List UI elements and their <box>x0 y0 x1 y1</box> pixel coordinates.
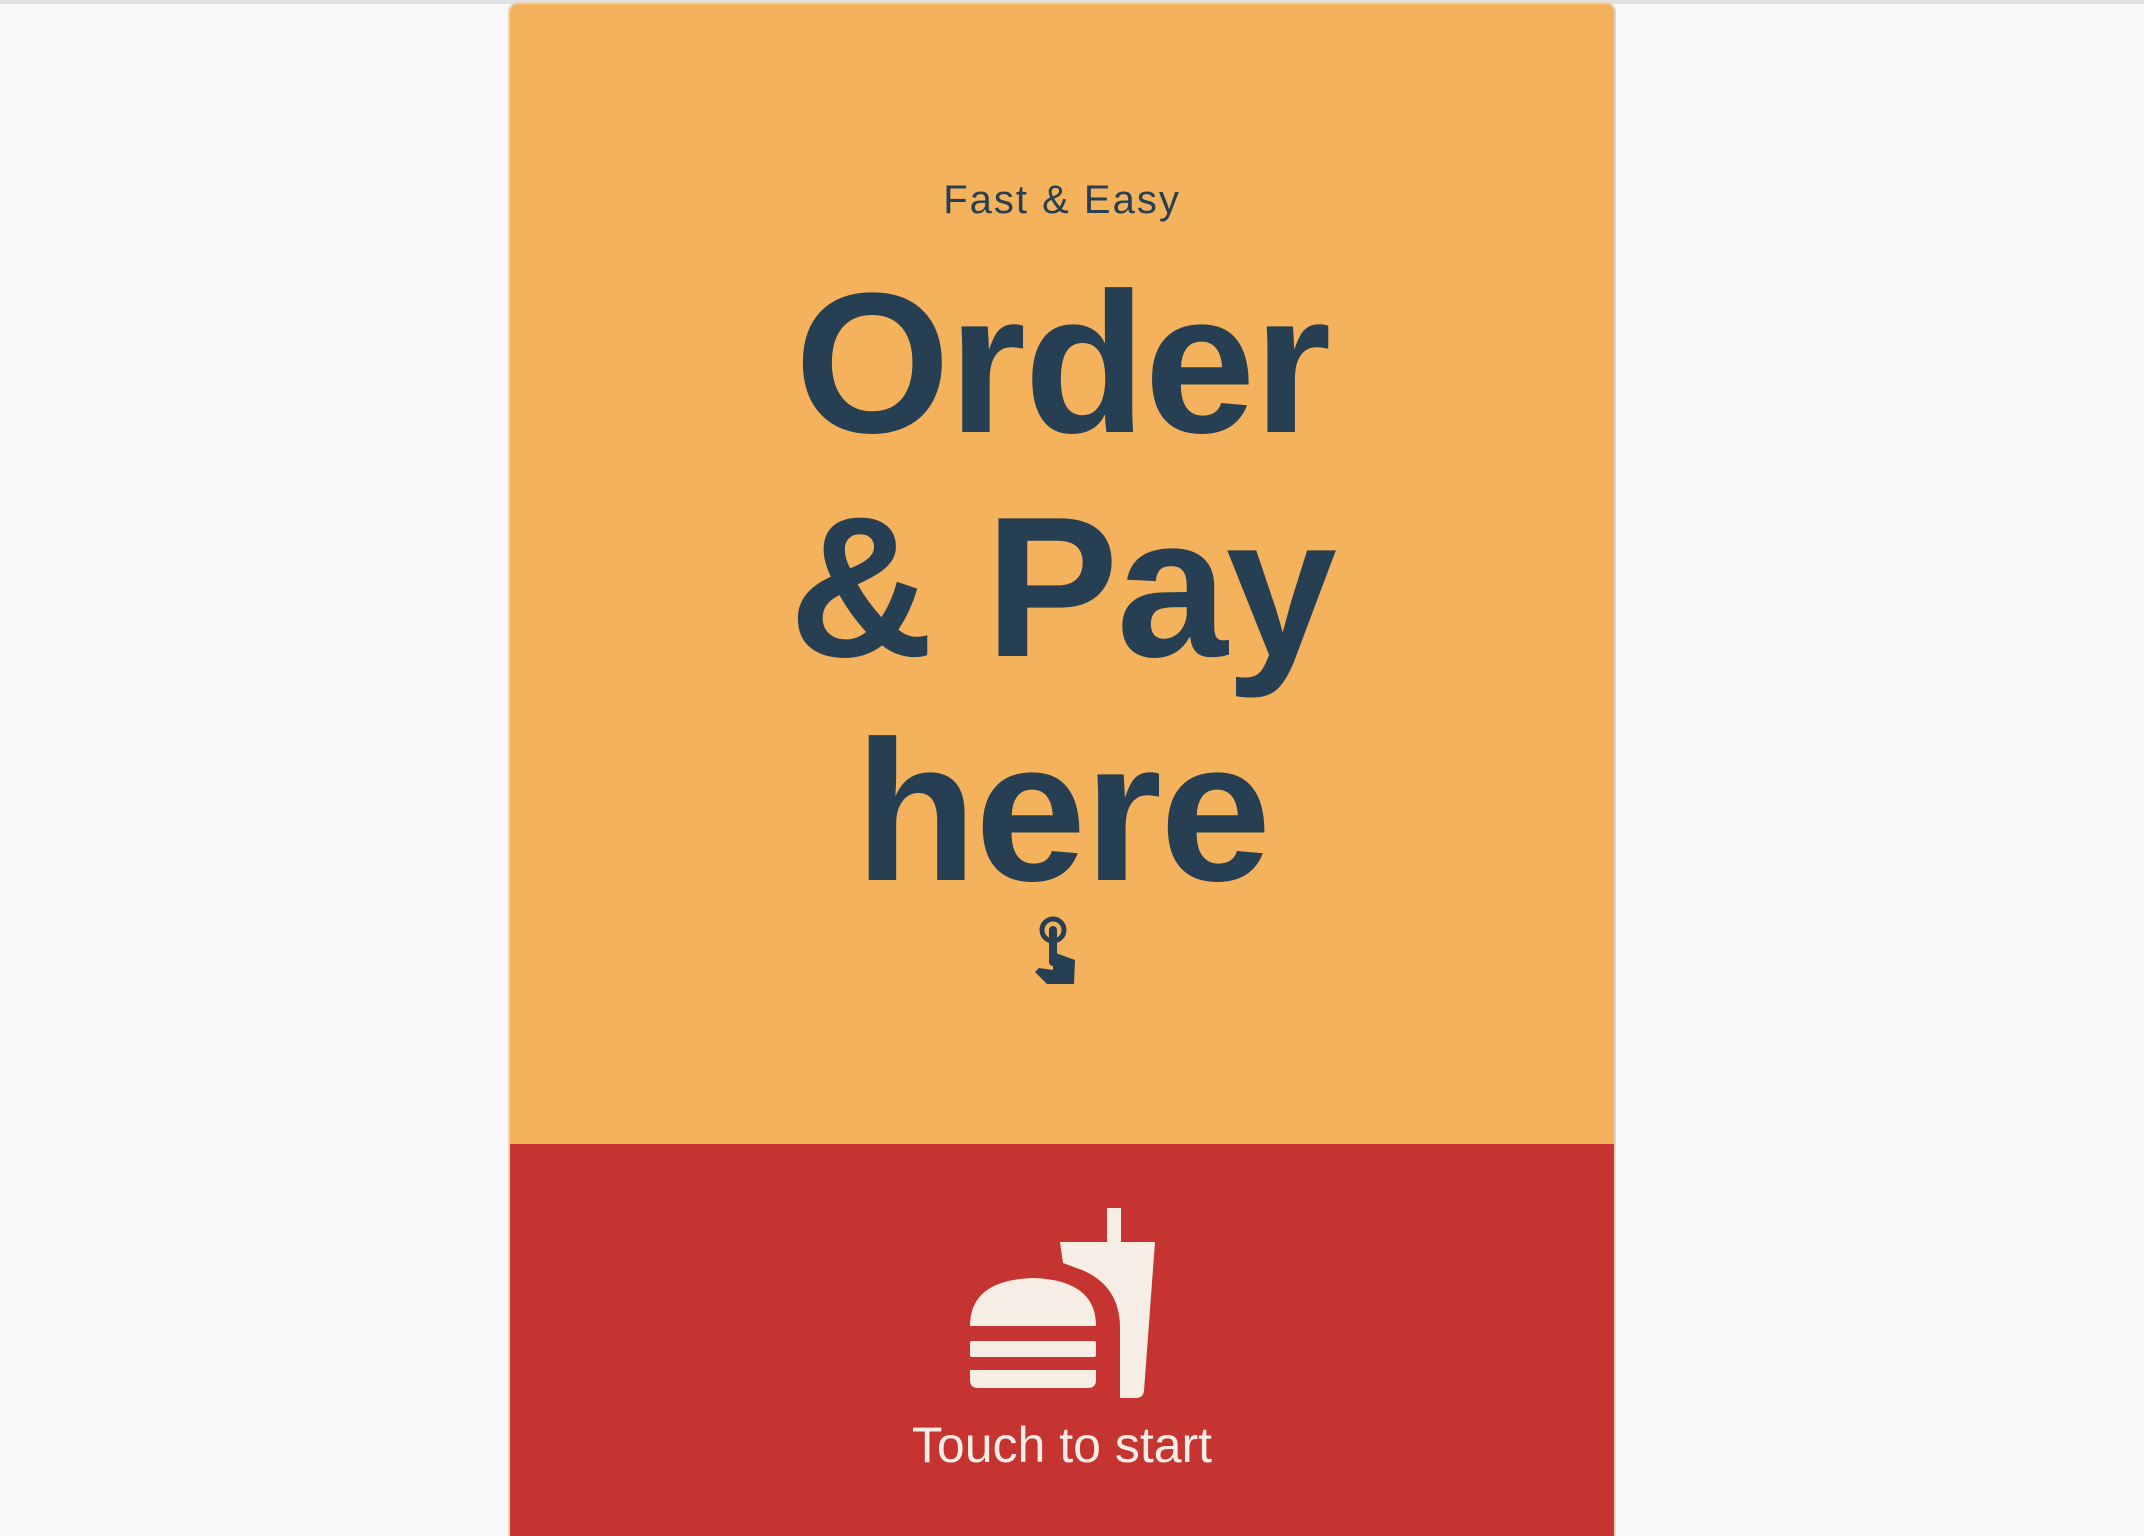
headline: Order & Pay here <box>510 252 1614 924</box>
kiosk-screen[interactable]: Fast & Easy Order & Pay here Touch to st… <box>510 4 1614 1536</box>
hero-panel: Fast & Easy Order & Pay here <box>510 4 1614 1144</box>
headline-line-1: Order <box>794 252 1332 475</box>
burger-and-drink-icon <box>970 1208 1155 1398</box>
tagline: Fast & Easy <box>943 178 1181 222</box>
headline-line-2: & Pay <box>789 476 1337 699</box>
touch-to-start-button[interactable]: Touch to start <box>510 1144 1614 1536</box>
tap-finger-icon <box>1035 916 1075 984</box>
headline-line-3: here <box>854 700 1271 923</box>
touch-to-start-label: Touch to start <box>911 1417 1213 1473</box>
